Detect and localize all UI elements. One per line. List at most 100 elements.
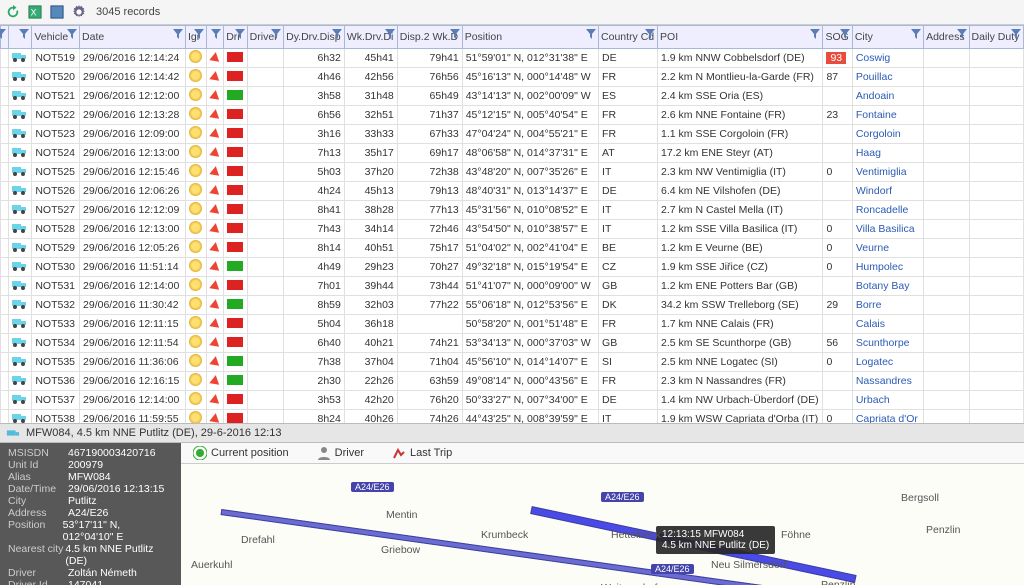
filter-icon[interactable] [67, 29, 77, 42]
filter-icon[interactable] [332, 29, 342, 42]
poi: 1.7 km NNE Calais (FR) [658, 315, 823, 334]
col-Driver[interactable]: Driver [247, 26, 283, 49]
vehicle-id: NOT519 [32, 49, 80, 68]
tab-last-trip[interactable]: Last Trip [390, 445, 454, 461]
filter-icon[interactable] [1011, 29, 1021, 42]
filter-icon[interactable] [911, 29, 921, 42]
col-Disp.2 Wk.D[interactable]: Disp.2 Wk.D [397, 26, 462, 49]
col-icon0[interactable] [1, 26, 9, 49]
filter-icon[interactable] [235, 29, 245, 42]
filter-icon[interactable] [586, 29, 596, 42]
truck-icon [9, 391, 32, 410]
direction [206, 163, 223, 182]
tab-current-position[interactable]: Current position [191, 445, 291, 461]
col-Daily Duty[interactable]: Daily Duty [969, 26, 1023, 49]
truck-icon [9, 296, 32, 315]
filter-icon[interactable] [173, 29, 183, 42]
table-row[interactable]: NOT52429/06/2016 12:13:007h1335h1769h174… [1, 144, 1024, 163]
row-select [1, 410, 9, 424]
filter-icon[interactable] [840, 29, 850, 42]
col-Vehicle[interactable]: Vehicle [32, 26, 80, 49]
driver [247, 182, 283, 201]
ignition-icon [189, 202, 202, 215]
col-POI[interactable]: POI [658, 26, 823, 49]
sog [823, 87, 852, 106]
tab-driver[interactable]: Driver [315, 445, 366, 461]
address [924, 220, 969, 239]
direction-arrow-icon [209, 374, 220, 385]
driver [247, 258, 283, 277]
col-City[interactable]: City [852, 26, 923, 49]
dy-drv: 4h49 [284, 258, 345, 277]
table-row[interactable]: NOT52529/06/2016 12:15:465h0337h2072h384… [1, 163, 1024, 182]
row-select [1, 353, 9, 372]
col-Address[interactable]: Address [924, 26, 969, 49]
col-icon1[interactable] [9, 26, 32, 49]
ignition-icon [189, 373, 202, 386]
table-row[interactable]: NOT52229/06/2016 12:13:286h5632h5171h374… [1, 106, 1024, 125]
ignition-icon [189, 107, 202, 120]
settings-icon[interactable] [70, 3, 88, 21]
city: Logatec [852, 353, 923, 372]
col-Country Cd[interactable]: Country Cd [599, 26, 658, 49]
table-row[interactable]: NOT53029/06/2016 11:51:144h4929h2370h274… [1, 258, 1024, 277]
col-Igi[interactable]: Igi [185, 26, 206, 49]
export-csv-icon[interactable] [48, 3, 66, 21]
map[interactable]: A24/E26 A24/E26 A24/E26 12:13:15 MFW084 … [181, 464, 1024, 585]
poi: 2.5 km SE Scunthorpe (GB) [658, 334, 823, 353]
driver-status-icon [227, 299, 243, 309]
table-row[interactable]: NOT52329/06/2016 12:09:003h1633h3367h334… [1, 125, 1024, 144]
refresh-icon[interactable] [4, 3, 22, 21]
ignition [185, 144, 206, 163]
table-row[interactable]: NOT52029/06/2016 12:14:424h4642h5676h564… [1, 68, 1024, 87]
position: 43°14'13" N, 002°00'09" W [462, 87, 598, 106]
filter-icon[interactable] [271, 29, 281, 42]
filter-icon[interactable] [810, 29, 820, 42]
table-row[interactable]: NOT53729/06/2016 12:14:003h5342h2076h205… [1, 391, 1024, 410]
table-row[interactable]: NOT52629/06/2016 12:06:264h2445h1379h134… [1, 182, 1024, 201]
direction [206, 239, 223, 258]
country: IT [599, 220, 658, 239]
export-xls-icon[interactable]: X [26, 3, 44, 21]
filter-icon[interactable] [194, 29, 204, 42]
table-row[interactable]: NOT53129/06/2016 12:14:007h0139h4473h445… [1, 277, 1024, 296]
filter-icon[interactable] [957, 29, 967, 42]
col-Dy.Drv.Disp[interactable]: Dy.Drv.Disp [284, 26, 345, 49]
filter-icon[interactable] [0, 29, 6, 42]
vehicle-id: NOT527 [32, 201, 80, 220]
filter-icon[interactable] [450, 29, 460, 42]
col-Date[interactable]: Date [80, 26, 186, 49]
col-Position[interactable]: Position [462, 26, 598, 49]
poi: 2.5 km NNE Logatec (SI) [658, 353, 823, 372]
table-row[interactable]: NOT52929/06/2016 12:05:268h1440h5175h175… [1, 239, 1024, 258]
direction [206, 182, 223, 201]
table-row[interactable]: NOT52129/06/2016 12:12:003h5831h4865h494… [1, 87, 1024, 106]
country: IT [599, 201, 658, 220]
direction [206, 68, 223, 87]
filter-icon[interactable] [645, 29, 655, 42]
col-icon5[interactable] [206, 26, 223, 49]
city: Windorf [852, 182, 923, 201]
driver-status [224, 258, 247, 277]
col-SOG[interactable]: SOG [823, 26, 852, 49]
filter-icon[interactable] [211, 29, 221, 42]
table-row[interactable]: NOT53429/06/2016 12:11:546h4040h2174h215… [1, 334, 1024, 353]
table-row[interactable]: NOT53229/06/2016 11:30:428h5932h0377h225… [1, 296, 1024, 315]
wk2-drv: 69h17 [397, 144, 462, 163]
col-Dri[interactable]: Dri [224, 26, 247, 49]
table-row[interactable]: NOT53529/06/2016 11:36:067h3837h0471h044… [1, 353, 1024, 372]
kv-row: Position53°17'11" N, 012°04'10" E [8, 519, 173, 543]
address [924, 125, 969, 144]
filter-icon[interactable] [19, 29, 29, 42]
col-Wk.Drv.Di[interactable]: Wk.Drv.Di [344, 26, 397, 49]
table-row[interactable]: NOT51929/06/2016 12:14:246h3245h4179h415… [1, 49, 1024, 68]
table-row[interactable]: NOT53629/06/2016 12:16:152h3022h2663h594… [1, 372, 1024, 391]
table-row[interactable]: NOT52829/06/2016 12:13:007h4334h1472h464… [1, 220, 1024, 239]
country: GB [599, 334, 658, 353]
daily-duty [969, 372, 1023, 391]
filter-icon[interactable] [385, 29, 395, 42]
ignition-icon [189, 50, 202, 63]
table-row[interactable]: NOT53829/06/2016 11:59:558h2440h2674h264… [1, 410, 1024, 424]
table-row[interactable]: NOT53329/06/2016 12:11:155h0436h1850°58'… [1, 315, 1024, 334]
table-row[interactable]: NOT52729/06/2016 12:12:098h4138h2877h134… [1, 201, 1024, 220]
